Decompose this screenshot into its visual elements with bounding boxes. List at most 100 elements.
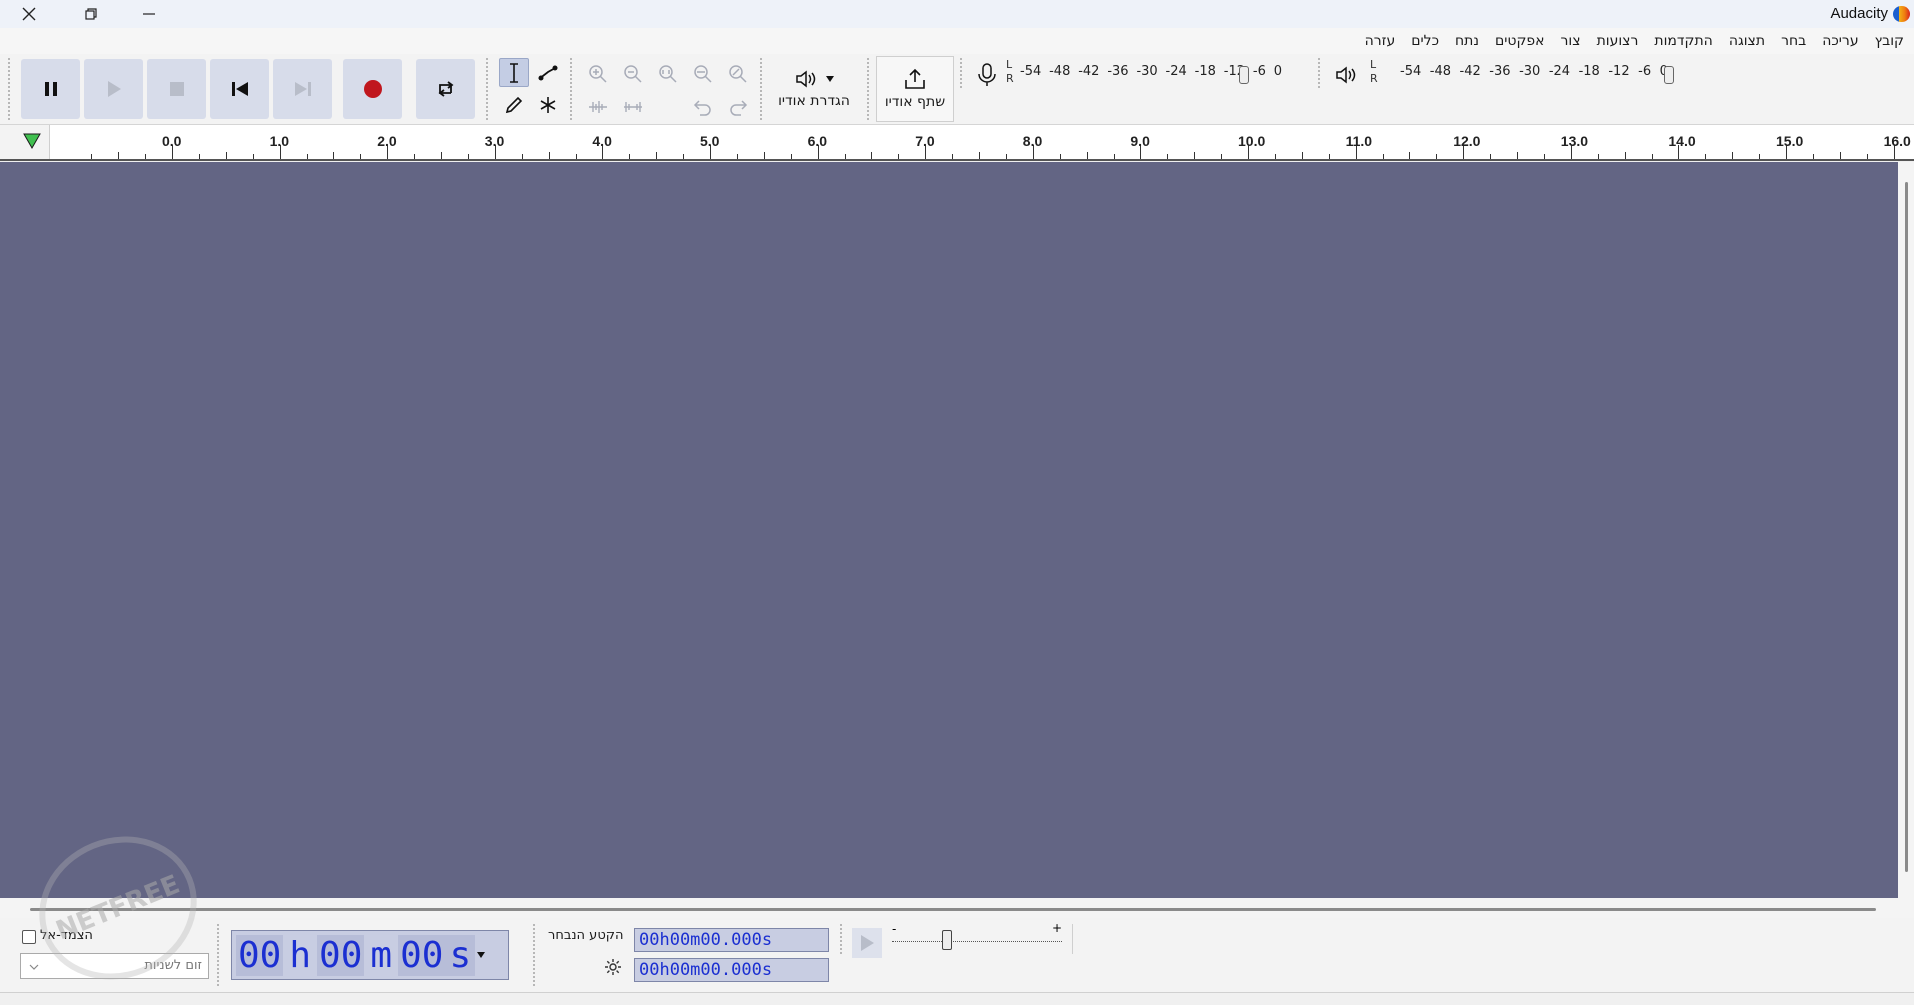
ruler-label: 14.0 [1668,133,1696,149]
share-toolbar-grip[interactable] [867,58,873,120]
time-toolbar-grip[interactable] [217,924,223,986]
menu-effects[interactable]: אפקטים [1487,31,1553,51]
multi-tool-button[interactable] [533,90,563,119]
menu-select[interactable]: בחר [1773,31,1814,51]
audio-setup-button[interactable]: הגדרת אודיו [770,56,858,122]
ruler-label: 5.0 [700,133,720,149]
vertical-scroll-thumb[interactable] [1905,182,1908,872]
ruler-minor-tick [225,152,227,159]
playback-meter-grip[interactable] [1318,58,1324,88]
record-button[interactable] [343,59,402,119]
draw-tool-button[interactable] [499,90,529,119]
skip-to-end-icon [294,82,311,96]
audio-setup-toolbar-grip[interactable] [760,58,766,120]
watermark-text: NETFREE [51,869,185,947]
snap-to-checkbox[interactable] [22,930,36,944]
ruler-minor-tick [1194,152,1196,159]
play-button[interactable] [84,59,143,119]
fit-selection-button[interactable] [653,59,683,88]
pause-button[interactable] [21,59,80,119]
restore-window-button[interactable] [62,0,120,28]
ruler-minor-tick [1759,154,1761,159]
gear-icon[interactable] [604,958,622,976]
ruler-minor-tick [1543,154,1545,159]
menu-analyze[interactable]: נתח [1447,31,1487,51]
selection-toolbar-grip[interactable] [533,924,539,986]
skip-to-end-button[interactable] [273,59,332,119]
zoom-out-button[interactable] [618,59,648,88]
minimize-window-button[interactable] [120,0,178,28]
menu-transport[interactable]: התקדמות [1646,31,1720,51]
speed-slider-thumb[interactable] [942,930,952,950]
ruler-label: 10.0 [1238,133,1266,149]
selection-end-input[interactable]: 00h00m00.000s [634,958,829,982]
envelope-tool-button[interactable] [533,58,563,87]
play-head-icon[interactable] [22,132,42,150]
undo-icon [693,99,711,116]
ruler-minor-tick [91,154,93,159]
record-meter[interactable]: LR -54 -48 -42 -36 -30 -24 -18 -12 -6 0 [970,58,1310,94]
meter-tick: 0 [1273,64,1282,79]
meter-tick: -30 [1136,64,1158,79]
close-icon [22,7,36,21]
stop-button[interactable] [147,59,206,119]
pencil-icon [505,96,523,113]
play-at-speed-button[interactable] [852,928,882,958]
share-audio-button[interactable]: שתף אודיו [876,56,954,122]
zoom-toggle-button[interactable] [723,59,753,88]
undo-button[interactable] [688,92,718,121]
menu-generate[interactable]: צור [1553,31,1589,51]
redo-icon [730,99,748,116]
horizontal-scroll-thumb[interactable] [30,908,1876,911]
selection-tool-button[interactable] [499,58,529,87]
ruler-minor-tick [306,154,308,159]
silence-audio-button[interactable] [618,92,648,121]
speaker-icon [796,70,816,88]
meter-tick: -36 [1489,64,1511,79]
menu-tracks[interactable]: רצועות [1589,31,1647,51]
ruler-label: 3.0 [484,133,505,149]
play-at-speed-grip[interactable] [840,924,846,954]
menu-help[interactable]: עזרה [1357,31,1404,51]
close-window-button[interactable] [0,0,58,28]
selection-start-input[interactable]: 00h00m00.000s [634,928,829,952]
transport-toolbar-grip[interactable] [8,58,14,120]
ruler-label: 4.0 [592,133,612,149]
ruler-label: 1.0 [269,133,290,149]
fit-project-button[interactable] [688,59,718,88]
menu-view[interactable]: תצוגה [1721,31,1773,51]
ruler-minor-tick [521,154,523,159]
menu-file[interactable]: קובץ [1867,31,1912,51]
redo-button[interactable] [723,92,753,121]
trim-audio-button[interactable] [583,92,613,121]
track-area[interactable] [0,162,1898,898]
timeline-ruler[interactable]: 0.0 1.0 2.0 3.0 4.0 5.0 6.0 7.0 8.0 9.0 10.0 11.0 12… [0,125,1914,161]
record-meter-grip[interactable] [960,58,966,88]
speed-min-label: - [892,922,897,936]
time-hours-unit: h [289,934,312,976]
ruler-minor-tick [1597,154,1599,159]
ruler-minor-tick [979,152,980,159]
horizontal-scrollbar[interactable] [0,898,1914,918]
skip-to-start-button[interactable] [210,59,269,119]
bottom-toolbar: הצמד-אל זום לשניות 00 h 00 m 00 s הקטע ה… [0,918,1914,992]
playback-meter[interactable]: LR -54 -48 -42 -36 -30 -24 -18 -12 -6 0 [1328,58,1683,94]
ruler-minor-tick [1167,154,1169,159]
edit-toolbar-grip[interactable] [570,58,576,120]
playback-speed-slider[interactable] [892,930,1062,950]
vertical-scrollbar[interactable] [1898,162,1914,898]
selection-start-value: 00h00m00.000s [639,930,773,950]
ruler-minor-tick [656,152,658,159]
time-hours: 00 [236,934,284,976]
zoom-in-button[interactable] [583,59,613,88]
loop-button[interactable] [416,59,475,119]
audio-position-display[interactable]: 00 h 00 m 00 s [231,930,509,980]
tools-toolbar-grip[interactable] [486,58,492,120]
dropdown-arrow-icon[interactable] [477,952,486,958]
menu-tools[interactable]: כלים [1403,31,1447,51]
menu-edit[interactable]: עריכה [1814,31,1866,51]
ruler-minor-tick [360,154,362,159]
record-meter-slider[interactable] [1239,66,1249,84]
ruler-minor-tick [629,154,631,159]
playback-meter-slider[interactable] [1664,66,1674,84]
